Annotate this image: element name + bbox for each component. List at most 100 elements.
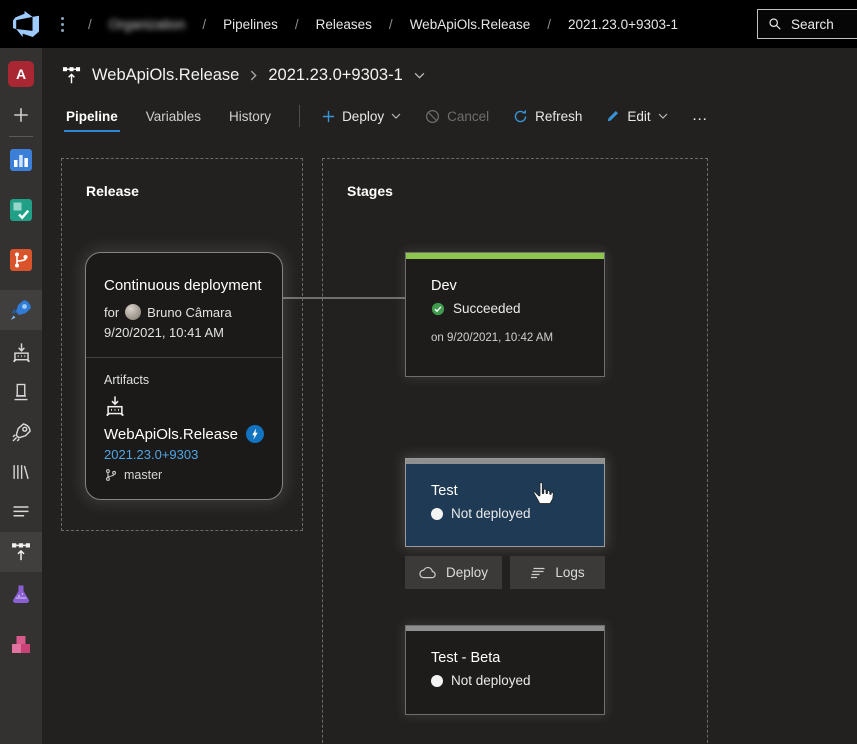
chevron-down-icon	[391, 113, 401, 119]
sidebar-item-boards[interactable]	[0, 190, 42, 230]
artifacts-icon	[9, 633, 33, 657]
sidebar-item-library[interactable]	[0, 452, 42, 492]
page-title-pipeline-name[interactable]: WebApiOls.Release	[92, 66, 239, 85]
stage-name: Dev	[431, 278, 604, 294]
edit-menu-button[interactable]: Edit	[606, 109, 667, 124]
task-groups-icon	[11, 502, 31, 522]
stage-status-label: Succeeded	[453, 301, 521, 316]
toolbar-divider	[299, 105, 300, 127]
stage-deploy-button[interactable]: Deploy	[405, 556, 502, 589]
tab-bar: Pipeline Variables History Deploy	[64, 96, 709, 136]
card-divider	[86, 357, 282, 358]
breadcrumb-releases[interactable]: Releases	[316, 17, 372, 32]
stage-status-bar	[406, 253, 604, 259]
refresh-button[interactable]: Refresh	[513, 109, 582, 124]
sidebar-item-test-plans[interactable]	[0, 575, 42, 615]
cancel-label: Cancel	[447, 109, 489, 124]
branch-name: master	[124, 468, 162, 482]
rocket-icon	[11, 422, 32, 443]
check-circle-icon	[431, 302, 445, 316]
stage-card-dev[interactable]: Dev Succeeded on 9/20/2021, 10:42 AM	[405, 252, 605, 377]
stage-deploy-time: on 9/20/2021, 10:42 AM	[431, 332, 604, 344]
main-content: WebApiOls.Release 2021.23.0+9303-1 Pipel…	[42, 48, 857, 744]
sidebar-item-repos[interactable]	[0, 240, 42, 280]
azure-devops-logo-icon[interactable]	[13, 11, 39, 37]
kebab-menu-icon[interactable]	[61, 17, 64, 32]
stage-status-row: Succeeded	[431, 301, 604, 316]
release-pipeline-icon	[62, 66, 81, 85]
sidebar-divider	[9, 136, 33, 137]
stage-status-bar	[406, 459, 604, 464]
breadcrumb-organization[interactable]: Organization	[109, 17, 186, 32]
release-panel-title: Release	[86, 183, 139, 199]
tab-history-label: History	[229, 109, 271, 124]
add-item-icon[interactable]	[0, 95, 42, 135]
sidebar-item-deployment-groups[interactable]	[0, 332, 42, 372]
breadcrumb-pipelines[interactable]: Pipelines	[223, 17, 278, 32]
breadcrumb-separator: /	[295, 17, 299, 32]
stage-card-test-beta[interactable]: Test - Beta Not deployed	[405, 625, 605, 715]
breadcrumb-release-name[interactable]: 2021.23.0+9303-1	[568, 17, 678, 32]
refresh-label: Refresh	[535, 109, 582, 124]
sidebar-item-releases[interactable]	[0, 532, 42, 572]
tab-pipeline[interactable]: Pipeline	[64, 96, 120, 136]
breadcrumb-pipeline-name[interactable]: WebApiOls.Release	[410, 17, 531, 32]
overview-icon	[9, 148, 33, 172]
artifact-name-row: WebApiOls.Release	[104, 425, 264, 443]
left-navigation-rail: A	[0, 48, 42, 744]
tab-variables[interactable]: Variables	[144, 96, 203, 136]
stage-logs-button[interactable]: Logs	[510, 556, 605, 589]
release-card[interactable]: Continuous deployment for Bruno Câmara 9…	[85, 252, 283, 500]
tab-variables-label: Variables	[146, 109, 201, 124]
page-title-release-name[interactable]: 2021.23.0+9303-1	[268, 66, 402, 85]
plus-icon	[322, 110, 335, 123]
tab-pipeline-label: Pipeline	[66, 109, 118, 124]
search-box[interactable]: Search	[757, 9, 857, 39]
breadcrumb-separator: /	[389, 17, 393, 32]
chevron-down-icon	[658, 113, 668, 119]
continuous-deployment-badge[interactable]	[246, 425, 264, 443]
not-deployed-dot	[431, 508, 443, 520]
page-header: WebApiOls.Release 2021.23.0+9303-1	[62, 58, 425, 92]
deployment-groups-icon	[11, 342, 32, 363]
sidebar-item-task-groups[interactable]	[0, 492, 42, 532]
repos-icon	[9, 248, 33, 272]
sidebar-item-overview[interactable]	[0, 140, 42, 180]
sidebar-item-environments[interactable]	[0, 372, 42, 412]
refresh-icon	[513, 109, 528, 124]
more-actions-button[interactable]: …	[692, 107, 709, 125]
chevron-down-icon[interactable]	[414, 72, 425, 79]
tab-history[interactable]: History	[227, 96, 273, 136]
stage-logs-label: Logs	[555, 565, 584, 580]
breadcrumb-separator: /	[88, 17, 92, 32]
search-icon	[768, 17, 782, 31]
stage-status-label: Not deployed	[451, 506, 531, 521]
stage-status-bar	[406, 626, 604, 631]
git-branch-icon	[104, 468, 118, 482]
sidebar-item-artifacts[interactable]	[0, 625, 42, 665]
deploy-menu-button[interactable]: Deploy	[322, 109, 401, 124]
requested-by-name: Bruno Câmara	[147, 305, 232, 320]
release-date: 9/20/2021, 10:41 AM	[104, 325, 264, 340]
requested-by-row: for Bruno Câmara	[104, 304, 264, 320]
branch-row: master	[104, 468, 264, 482]
stage-card-test[interactable]: Test Not deployed	[405, 458, 605, 547]
project-avatar[interactable]: A	[0, 54, 42, 94]
project-initial: A	[8, 61, 34, 87]
for-label: for	[104, 305, 119, 320]
stage-actions: Deploy Logs	[405, 556, 605, 589]
artifact-icon	[104, 395, 126, 417]
edit-label: Edit	[627, 109, 650, 124]
chevron-right-icon	[250, 70, 257, 81]
search-label: Search	[791, 17, 834, 32]
lightning-icon	[246, 425, 264, 443]
boards-icon	[9, 198, 33, 222]
pencil-icon	[606, 109, 620, 123]
cancel-button[interactable]: Cancel	[425, 109, 489, 124]
sidebar-item-pipelines-rocket[interactable]	[0, 412, 42, 452]
sidebar-item-pipelines[interactable]	[0, 290, 42, 330]
artifact-version-link[interactable]: 2021.23.0+9303	[104, 447, 264, 462]
test-plans-icon	[9, 583, 33, 607]
breadcrumb: / Organization / Pipelines / Releases / …	[88, 17, 678, 32]
environments-icon	[11, 382, 31, 402]
